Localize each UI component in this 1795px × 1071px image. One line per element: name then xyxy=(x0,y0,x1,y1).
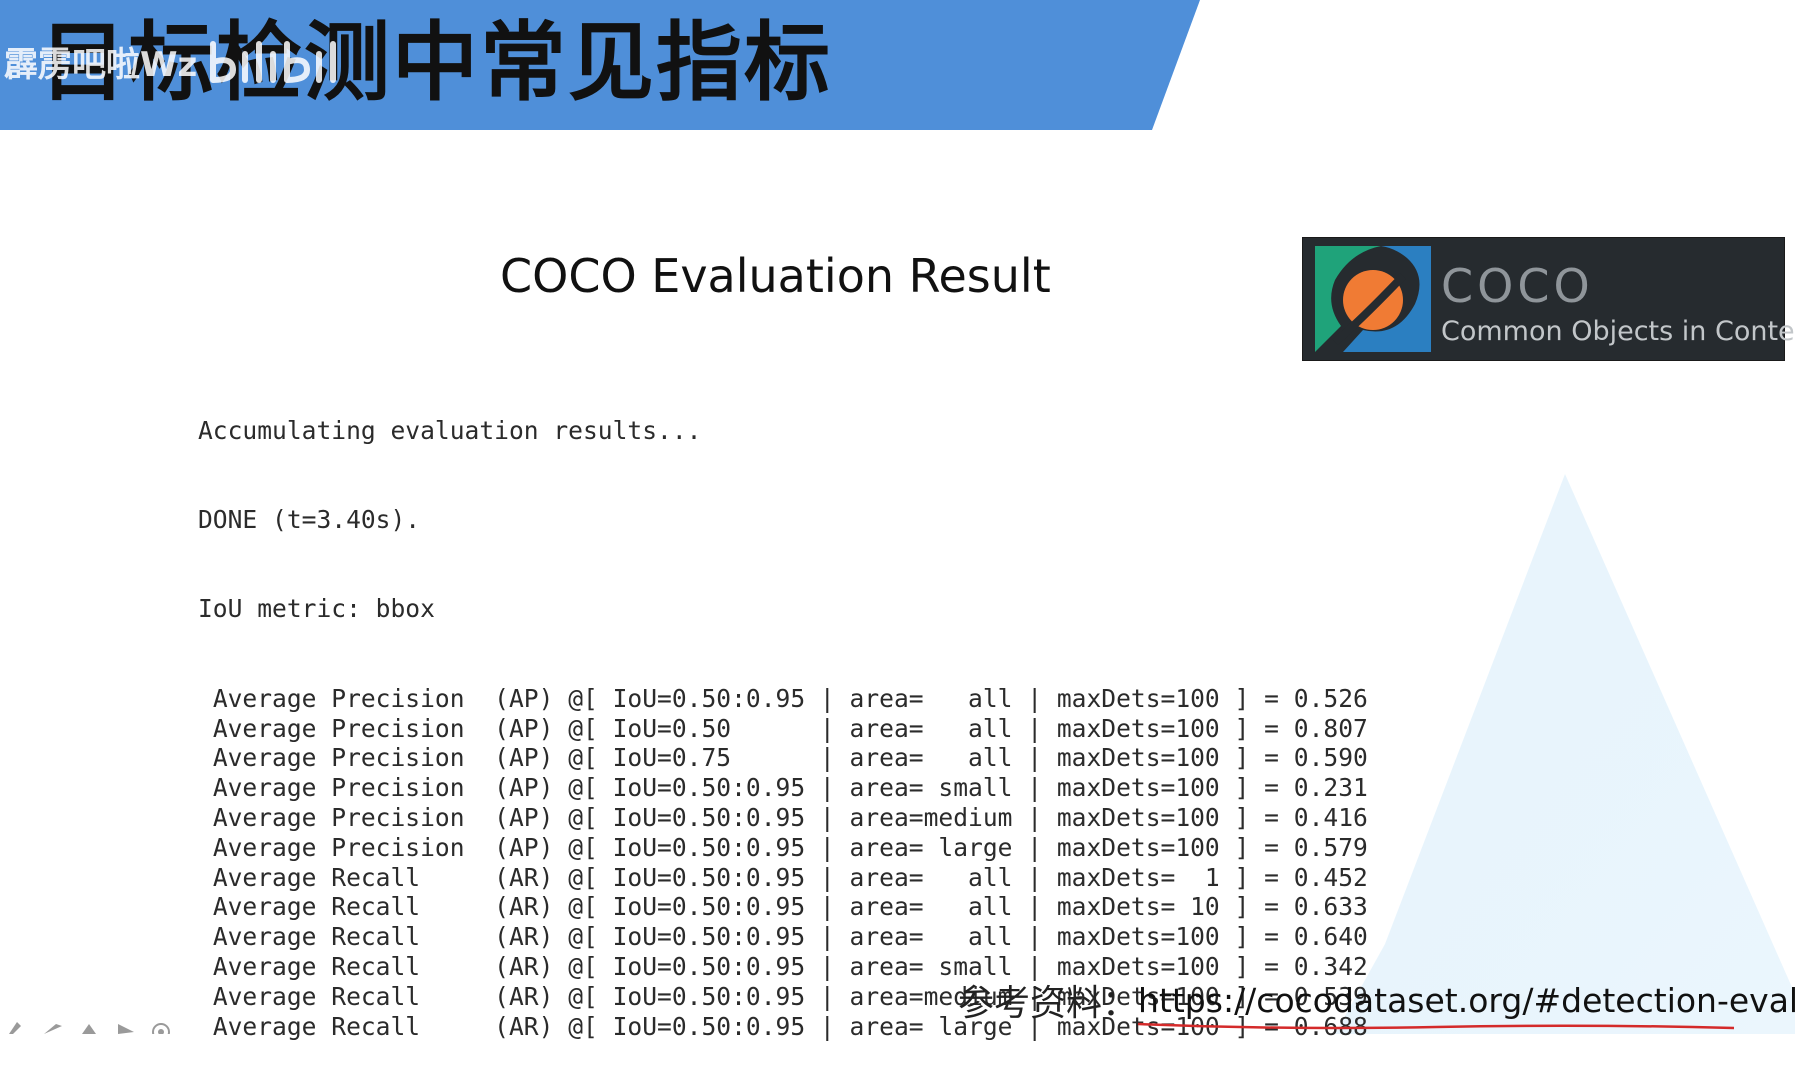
reference-link[interactable]: https://cocodataset.org/#detection-eval xyxy=(1138,981,1795,1020)
metric-name: Average Precision xyxy=(212,832,465,862)
section-heading: COCO Evaluation Result xyxy=(500,249,1051,303)
metric-row: Average Precision (AP) @[ IoU=0.75 | are… xyxy=(212,743,1368,773)
terminal-line: Accumulating evaluation results... xyxy=(198,415,702,445)
metric-value: 0.807 xyxy=(1293,713,1368,743)
metric-iou: 0.75 xyxy=(671,743,806,773)
metric-name: Average Recall xyxy=(212,862,465,892)
metric-value: 0.640 xyxy=(1293,922,1368,952)
metric-abbr: (AR) xyxy=(494,951,554,981)
metric-value: 0.416 xyxy=(1293,802,1368,832)
metric-max-dets: 100 xyxy=(1175,832,1220,862)
metric-iou: 0.50:0.95 xyxy=(671,951,806,981)
watermark-text: 霹雳吧啦Wz xyxy=(4,44,198,85)
terminal-line: IoU metric: bbox xyxy=(198,594,435,624)
metric-max-dets: 1 xyxy=(1175,862,1220,892)
metric-row: Average Precision (AP) @[ IoU=0.50:0.95 … xyxy=(212,683,1368,713)
eraser-icon[interactable] xyxy=(78,1018,100,1034)
metric-area: all xyxy=(923,862,1013,892)
metric-iou: 0.50:0.95 xyxy=(671,773,806,803)
metric-value: 0.231 xyxy=(1293,773,1368,803)
coco-logo: COCO Common Objects in Context xyxy=(1302,237,1795,361)
metric-name: Average Recall xyxy=(212,892,465,922)
metric-name: Average Precision xyxy=(212,743,465,773)
slide-toolbar xyxy=(6,1018,172,1034)
coco-name: COCO xyxy=(1441,259,1594,313)
terminal-output: Accumulating evaluation results... DONE … xyxy=(198,356,1368,1071)
metric-row: Average Recall (AR) @[ IoU=0.50:0.95 | a… xyxy=(212,862,1368,892)
metric-max-dets: 100 xyxy=(1175,773,1220,803)
metric-area: all xyxy=(923,683,1013,713)
metric-area: all xyxy=(923,892,1013,922)
metric-row: Average Recall (AR) @[ IoU=0.50:0.95 | a… xyxy=(212,922,1368,952)
reference-underline xyxy=(1137,1022,1735,1030)
metric-name: Average Recall xyxy=(212,922,465,952)
bilibili-logo-icon xyxy=(210,41,337,83)
terminal-line: DONE (t=3.40s). xyxy=(198,504,421,534)
metric-value: 0.526 xyxy=(1293,683,1368,713)
metric-iou: 0.50:0.95 xyxy=(671,802,806,832)
metric-value: 0.633 xyxy=(1293,892,1368,922)
metric-name: Average Recall xyxy=(212,951,465,981)
metric-iou: 0.50 xyxy=(671,713,806,743)
metric-name: Average Recall xyxy=(212,981,465,1011)
settings-icon[interactable] xyxy=(150,1018,172,1034)
metric-area: all xyxy=(923,713,1013,743)
metric-abbr: (AP) xyxy=(494,683,554,713)
metric-name: Average Precision xyxy=(212,683,465,713)
metric-value: 0.579 xyxy=(1293,832,1368,862)
metric-value: 0.590 xyxy=(1293,743,1368,773)
metric-value: 0.452 xyxy=(1293,862,1368,892)
metric-row: Average Precision (AP) @[ IoU=0.50 | are… xyxy=(212,713,1368,743)
metric-max-dets: 100 xyxy=(1175,743,1220,773)
metric-abbr: (AP) xyxy=(494,773,554,803)
arrow-icon[interactable] xyxy=(42,1018,64,1034)
metric-abbr: (AP) xyxy=(494,743,554,773)
metric-row: Average Precision (AP) @[ IoU=0.50:0.95 … xyxy=(212,773,1368,803)
metric-abbr: (AR) xyxy=(494,862,554,892)
metric-row: Average Precision (AP) @[ IoU=0.50:0.95 … xyxy=(212,832,1368,862)
metric-area: medium xyxy=(923,802,1013,832)
metric-iou: 0.50:0.95 xyxy=(671,922,806,952)
metric-max-dets: 100 xyxy=(1175,713,1220,743)
metric-area: all xyxy=(923,743,1013,773)
metric-row: Average Precision (AP) @[ IoU=0.50:0.95 … xyxy=(212,802,1368,832)
metric-iou: 0.50:0.95 xyxy=(671,1011,806,1041)
metric-name: Average Recall xyxy=(212,1011,465,1041)
metric-abbr: (AR) xyxy=(494,981,554,1011)
metric-max-dets: 100 xyxy=(1175,802,1220,832)
metric-abbr: (AP) xyxy=(494,832,554,862)
metric-abbr: (AR) xyxy=(494,1011,554,1041)
metric-abbr: (AR) xyxy=(494,922,554,952)
metric-area: small xyxy=(923,773,1013,803)
metric-iou: 0.50:0.95 xyxy=(671,862,806,892)
metric-name: Average Precision xyxy=(212,802,465,832)
play-icon[interactable] xyxy=(114,1018,136,1034)
metric-area: all xyxy=(923,922,1013,952)
metric-abbr: (AP) xyxy=(494,802,554,832)
metric-max-dets: 100 xyxy=(1175,683,1220,713)
metric-area: large xyxy=(923,832,1013,862)
reference-label: 参考资料： xyxy=(958,983,1139,1024)
coco-swirl-icon xyxy=(1315,246,1431,352)
metric-row: Average Recall (AR) @[ IoU=0.50:0.95 | a… xyxy=(212,892,1368,922)
metric-iou: 0.50:0.95 xyxy=(671,832,806,862)
coco-tagline: Common Objects in Context xyxy=(1441,316,1795,347)
pen-icon[interactable] xyxy=(6,1018,28,1034)
metric-iou: 0.50:0.95 xyxy=(671,892,806,922)
metric-max-dets: 100 xyxy=(1175,922,1220,952)
metric-max-dets: 10 xyxy=(1175,892,1220,922)
metric-name: Average Precision xyxy=(212,713,465,743)
metric-name: Average Precision xyxy=(212,773,465,803)
metric-iou: 0.50:0.95 xyxy=(671,981,806,1011)
watermark: 霹雳吧啦Wz xyxy=(4,36,345,86)
metric-abbr: (AP) xyxy=(494,713,554,743)
metric-iou: 0.50:0.95 xyxy=(671,683,806,713)
metric-abbr: (AR) xyxy=(494,892,554,922)
